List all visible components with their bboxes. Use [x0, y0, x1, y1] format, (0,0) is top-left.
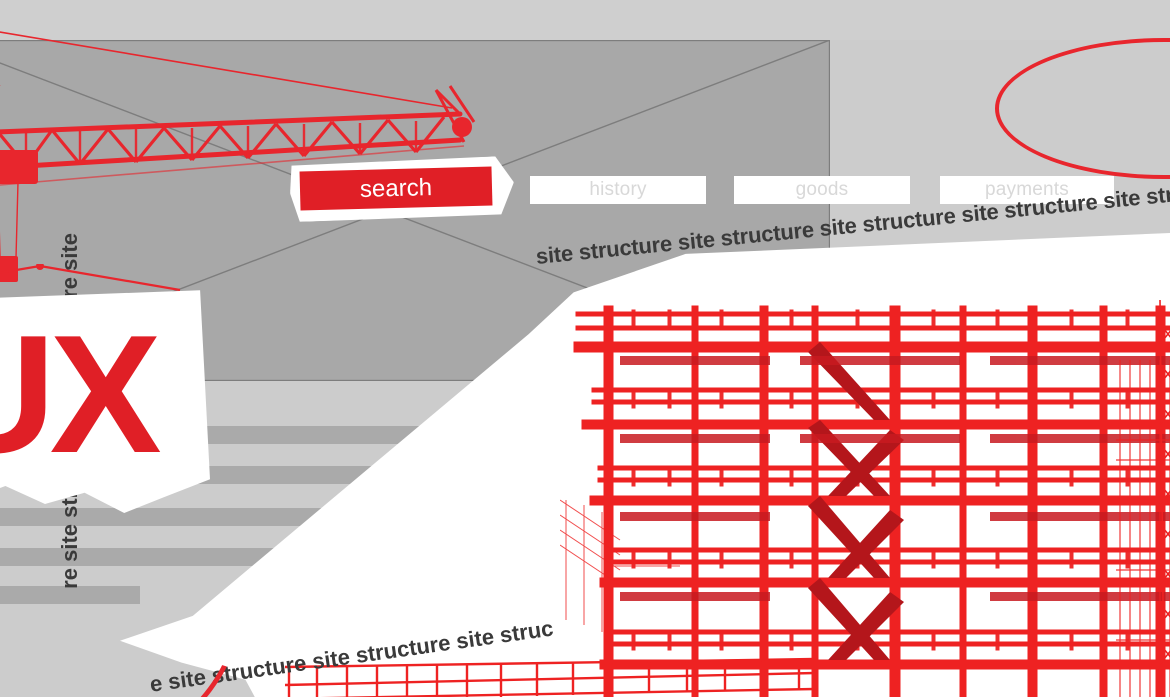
ux-logo-banner: UX — [0, 264, 210, 513]
banner-sling-ropes — [0, 264, 181, 292]
ux-logo-text: UX — [0, 300, 162, 488]
poster-canvas: history goods payments search site struc… — [0, 0, 1170, 697]
crane-jib-bottom-chord — [0, 137, 463, 171]
crane-trolley — [0, 150, 38, 184]
tab-goods-label: goods — [795, 179, 849, 200]
crane-hoist-ropes — [0, 181, 19, 259]
building-structure-illustration — [560, 300, 1170, 697]
tab-goods[interactable]: goods — [734, 176, 910, 204]
text-placeholder-bar — [184, 466, 462, 484]
crane-pendant-cable — [0, 31, 453, 109]
tab-history-label: history — [589, 179, 647, 200]
banner-sling-ring — [36, 264, 44, 270]
text-placeholder-bar — [184, 426, 462, 444]
